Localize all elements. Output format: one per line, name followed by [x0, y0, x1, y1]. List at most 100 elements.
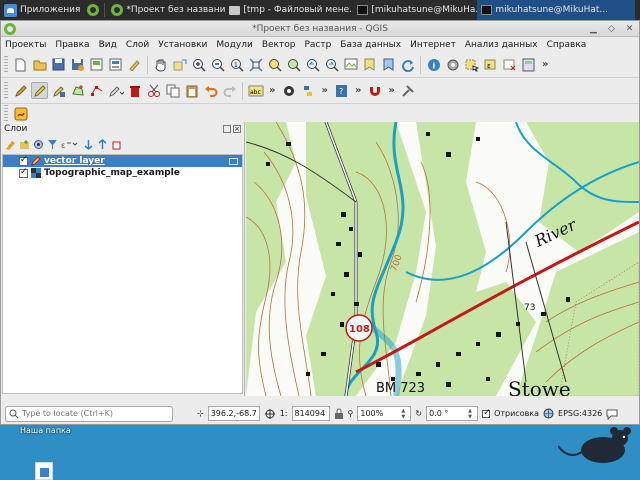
save-project-button[interactable] — [50, 56, 67, 73]
zoom-out-button[interactable] — [209, 56, 226, 73]
delete-selected-button[interactable] — [126, 82, 143, 99]
applications-menu[interactable]: Приложения — [0, 0, 84, 20]
menu-projects[interactable]: Проекты — [5, 40, 46, 50]
lock-scale-icon[interactable] — [334, 408, 344, 420]
undo-button[interactable] — [202, 82, 219, 99]
messages-bubble-icon[interactable] — [606, 408, 618, 420]
layer-visibility-checkbox[interactable] — [19, 155, 28, 166]
task-file-manager[interactable]: [tmp - Файловый мене... — [225, 0, 353, 20]
snapping-button[interactable] — [366, 82, 383, 99]
paste-features-button[interactable] — [183, 82, 200, 99]
menu-settings[interactable]: Установки — [158, 40, 207, 50]
layout-manager-button[interactable] — [107, 56, 124, 73]
render-checkbox[interactable] — [482, 408, 491, 418]
layer-row-vector-layer[interactable]: vector layer — [3, 155, 242, 167]
select-features-button[interactable] — [463, 56, 480, 73]
qgis-launcher-icon[interactable] — [87, 4, 100, 16]
task-terminal-2[interactable]: mikuhatsune@MikuHat... — [477, 0, 636, 20]
collapse-all-icon[interactable] — [96, 138, 108, 150]
menu-processing[interactable]: Анализ данных — [465, 40, 538, 50]
copy-features-button[interactable] — [164, 82, 181, 99]
menu-database[interactable]: База данных — [340, 40, 401, 50]
spinner-arrows-icon[interactable]: ▲ ▼ — [401, 408, 408, 420]
menu-help[interactable]: Справка — [547, 40, 587, 50]
menu-raster[interactable]: Растр — [304, 40, 331, 50]
select-by-expression-button[interactable]: ε — [482, 56, 499, 73]
map-canvas[interactable]: 108 BM 723 Stowe River 700 73 — [246, 122, 639, 396]
scale-combobox[interactable]: 814094 — [291, 406, 330, 421]
toolbar-overflow-icon[interactable]: » — [269, 85, 275, 96]
minimize-icon[interactable]: ▁ — [588, 23, 599, 34]
remove-layer-icon[interactable] — [110, 138, 122, 150]
rotation-spinbox[interactable]: 0.0 ° ▲ ▼ — [426, 406, 479, 421]
zoom-to-layer-button[interactable] — [285, 56, 302, 73]
menu-web[interactable]: Интернет — [410, 40, 456, 50]
pan-to-selection-button[interactable] — [171, 56, 188, 73]
magnifier-spinbox[interactable]: 100% ▲ ▼ — [357, 406, 412, 421]
show-bookmarks-button[interactable] — [380, 56, 397, 73]
vertex-tool-button[interactable] — [88, 82, 105, 99]
run-action-button[interactable] — [444, 56, 461, 73]
bookmarks-button[interactable] — [361, 56, 378, 73]
style-manager-button[interactable] — [126, 56, 143, 73]
menu-view[interactable]: Вид — [99, 40, 117, 50]
close-panel-icon[interactable]: × — [233, 125, 241, 133]
filter-legend-icon[interactable] — [46, 138, 58, 150]
maximize-icon[interactable]: ◇ — [606, 23, 617, 34]
coordinate-field[interactable]: 396.2,-68.7 — [207, 406, 260, 421]
globe-crs-icon[interactable] — [543, 408, 554, 419]
field-calculator-button[interactable] — [520, 56, 537, 73]
zoom-full-button[interactable] — [247, 56, 264, 73]
redo-button[interactable] — [221, 82, 238, 99]
locator-input[interactable] — [22, 409, 162, 418]
current-edits-button[interactable] — [12, 82, 29, 99]
desktop-file-icon[interactable] — [35, 462, 53, 480]
label-tool-button[interactable]: abc — [247, 82, 264, 99]
help-button[interactable]: ? — [333, 82, 350, 99]
style-layer-icon[interactable] — [4, 138, 16, 150]
cut-features-button[interactable] — [145, 82, 162, 99]
toolbar-overflow-icon[interactable]: » — [388, 85, 394, 96]
plugin-button-1[interactable] — [280, 82, 297, 99]
manage-map-themes-icon[interactable] — [32, 138, 44, 150]
menu-plugins[interactable]: Модули — [216, 40, 252, 50]
tools-button[interactable] — [400, 82, 417, 99]
toolbar-overflow-icon[interactable]: » — [542, 59, 548, 70]
save-as-button[interactable] — [69, 56, 86, 73]
zoom-to-selection-button[interactable] — [266, 56, 283, 73]
identify-button[interactable]: i — [425, 56, 442, 73]
plugin-tool-button[interactable] — [12, 106, 29, 123]
new-project-button[interactable] — [12, 56, 29, 73]
toolbar-overflow-icon[interactable]: » — [321, 85, 327, 96]
toggle-editing-button[interactable] — [31, 82, 48, 99]
python-console-button[interactable] — [299, 82, 316, 99]
desktop-folder-label[interactable]: Наша папка — [20, 426, 71, 435]
float-panel-icon[interactable] — [223, 125, 231, 133]
zoom-last-button[interactable] — [304, 56, 321, 73]
digitize-options-button[interactable] — [107, 82, 124, 99]
close-icon[interactable]: ✕ — [624, 23, 635, 34]
spinner-arrows-icon[interactable]: ▲ ▼ — [468, 408, 475, 420]
pan-button[interactable] — [152, 56, 169, 73]
deselect-button[interactable] — [501, 56, 518, 73]
task-qgis[interactable]: *Проект без названия... — [107, 0, 225, 20]
zoom-in-button[interactable] — [190, 56, 207, 73]
filter-expression-icon[interactable]: ε — [60, 138, 80, 150]
menu-vector[interactable]: Вектор — [262, 40, 296, 50]
new-map-view-button[interactable] — [342, 56, 359, 73]
menu-edit[interactable]: Правка — [55, 40, 89, 50]
toolbar-overflow-icon[interactable]: » — [355, 85, 361, 96]
add-feature-button[interactable] — [69, 82, 86, 99]
toggle-extents-icon[interactable] — [264, 408, 276, 420]
title-bar[interactable]: *Проект без названия - QGIS ▁ ◇ ✕ — [1, 21, 639, 37]
expand-all-icon[interactable] — [82, 138, 94, 150]
layer-visibility-checkbox[interactable] — [19, 167, 28, 178]
zoom-next-button[interactable] — [323, 56, 340, 73]
menu-layer[interactable]: Слой — [126, 40, 149, 50]
refresh-button[interactable] — [399, 56, 416, 73]
zoom-native-button[interactable]: 1 — [228, 56, 245, 73]
layer-row-topographic-map[interactable]: Topographic_map_example — [3, 167, 242, 179]
locator-bar[interactable] — [5, 405, 173, 422]
add-group-icon[interactable] — [18, 138, 30, 150]
crs-label[interactable]: EPSG:4326 — [558, 409, 602, 418]
